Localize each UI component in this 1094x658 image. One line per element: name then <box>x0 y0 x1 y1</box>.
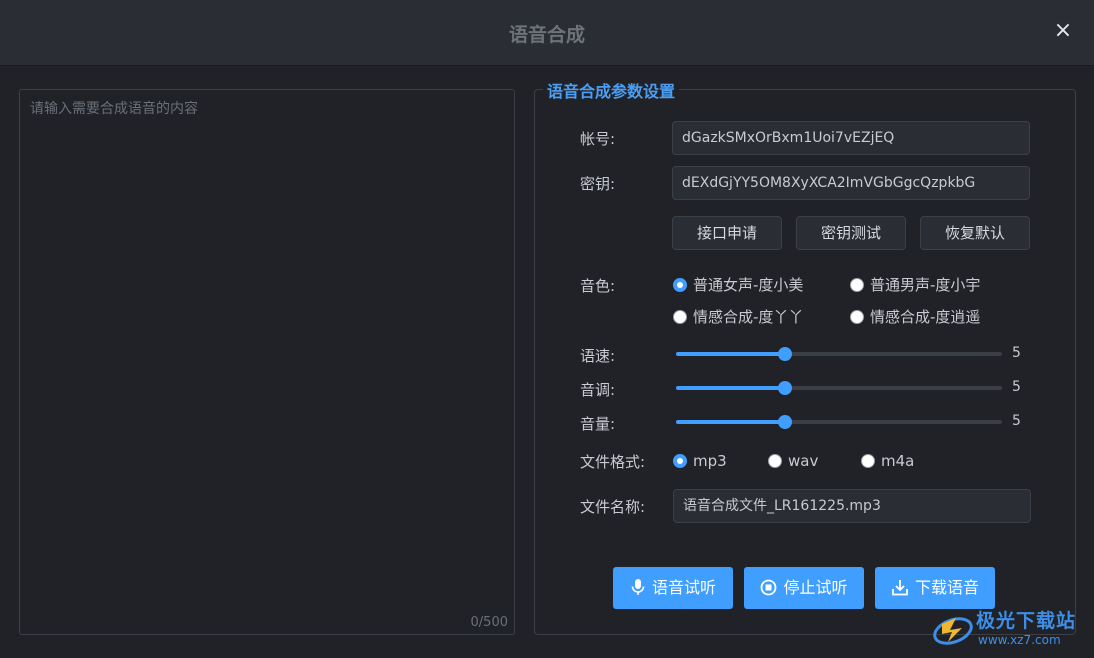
slider-fill <box>676 420 785 424</box>
stop-label: 停止试听 <box>783 578 848 597</box>
volume-label: 音量: <box>580 415 616 433</box>
voice-option-emotion-xiaoyao[interactable]: 情感合成-度逍遥 <box>850 308 980 326</box>
format-option-wav[interactable]: wav <box>768 452 818 470</box>
reset-default-button[interactable]: 恢复默认 <box>920 216 1030 250</box>
microphone-icon <box>631 579 645 595</box>
format-label: 文件格式: <box>580 453 646 471</box>
stop-circle-icon <box>761 579 777 596</box>
secret-test-button[interactable]: 密钥测试 <box>796 216 906 250</box>
filename-field[interactable]: 语音合成文件_LR161225.mp3 <box>673 489 1031 523</box>
site-logo-icon <box>933 617 973 645</box>
voice-option-label: 普通女声-度小美 <box>693 276 804 294</box>
voice-label: 音色: <box>580 277 616 295</box>
content-input[interactable] <box>20 90 514 634</box>
pitch-slider[interactable] <box>676 378 1002 398</box>
format-option-label: mp3 <box>693 452 727 470</box>
settings-legend: 语音合成参数设置 <box>543 78 680 102</box>
voice-option-male[interactable]: 普通男声-度小宇 <box>850 276 980 294</box>
api-apply-button[interactable]: 接口申请 <box>672 216 782 250</box>
account-field[interactable]: dGazkSMxOrBxm1Uoi7vEZjEQ <box>672 121 1030 155</box>
voice-option-emotion-yaya[interactable]: 情感合成-度丫丫 <box>673 308 803 326</box>
slider-handle[interactable] <box>778 415 792 429</box>
preview-label: 语音试听 <box>651 578 716 597</box>
voice-option-label: 情感合成-度逍遥 <box>870 308 981 326</box>
watermark-title: 极光下载站 <box>976 610 1077 632</box>
preview-button[interactable]: 语音试听 <box>613 567 733 609</box>
download-icon <box>892 580 908 596</box>
radio-unselected-icon <box>768 454 782 468</box>
format-option-label: wav <box>788 452 819 470</box>
radio-unselected-icon <box>861 454 875 468</box>
slider-fill <box>676 386 785 390</box>
window-title: 语音合成 <box>508 24 585 46</box>
download-button[interactable]: 下载语音 <box>875 567 995 609</box>
radio-selected-icon <box>673 454 687 468</box>
volume-value: 5 <box>1012 413 1021 429</box>
secret-field[interactable]: dEXdGjYY5OM8XyXCA2ImVGbGgcQzpkbG <box>672 166 1030 200</box>
slider-handle[interactable] <box>778 381 792 395</box>
pitch-label: 音调: <box>580 381 616 399</box>
radio-unselected-icon <box>850 310 864 324</box>
download-label: 下载语音 <box>914 578 979 597</box>
secret-label: 密钥: <box>580 175 616 193</box>
speed-value: 5 <box>1012 345 1021 361</box>
slider-handle[interactable] <box>778 347 792 361</box>
watermark-url: www.xz7.com <box>978 633 1061 647</box>
voice-option-female[interactable]: 普通女声-度小美 <box>673 276 803 294</box>
format-option-label: m4a <box>881 452 915 470</box>
voice-option-label: 普通男声-度小宇 <box>870 276 981 294</box>
char-counter: 0/500 <box>470 615 508 630</box>
close-icon[interactable]: × <box>1052 20 1074 42</box>
text-editor[interactable]: 0/500 <box>19 89 515 635</box>
speed-slider[interactable] <box>676 344 1002 364</box>
radio-unselected-icon <box>850 278 864 292</box>
volume-slider[interactable] <box>676 412 1002 432</box>
stop-preview-button[interactable]: 停止试听 <box>744 567 864 609</box>
radio-unselected-icon <box>673 310 687 324</box>
speed-label: 语速: <box>580 347 616 365</box>
format-option-mp3[interactable]: mp3 <box>673 452 727 470</box>
voice-option-label: 情感合成-度丫丫 <box>693 308 804 326</box>
radio-selected-icon <box>673 278 687 292</box>
slider-fill <box>676 352 785 356</box>
account-label: 帐号: <box>580 130 616 148</box>
filename-label: 文件名称: <box>580 498 646 516</box>
title-bar: 语音合成 × <box>0 0 1094 66</box>
watermark: 极光下载站 www.xz7.com <box>932 606 1088 652</box>
format-option-m4a[interactable]: m4a <box>861 452 914 470</box>
pitch-value: 5 <box>1012 379 1021 395</box>
